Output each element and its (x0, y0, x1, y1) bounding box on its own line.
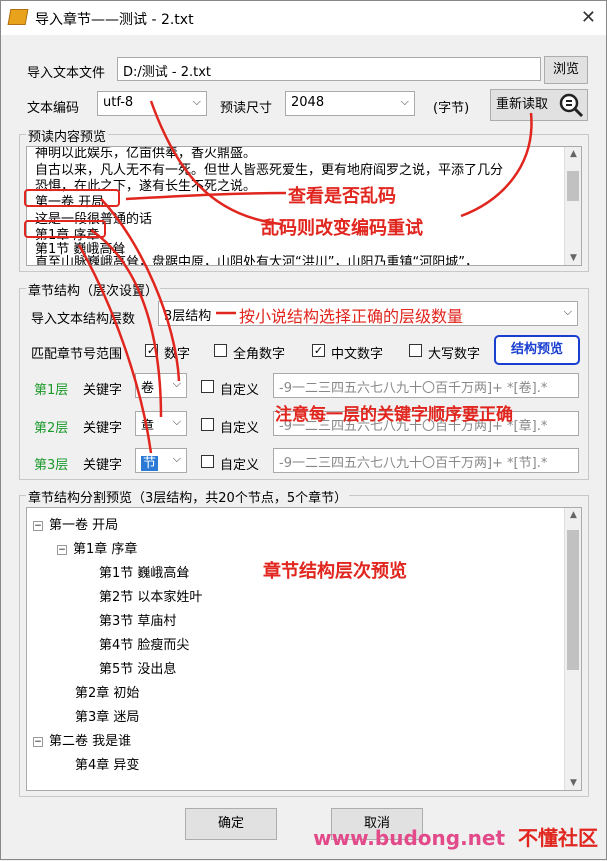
highlight-volume-line (24, 189, 120, 207)
magnifier-icon (559, 93, 584, 118)
annotation-tree-preview: 章节结构层次预览 (263, 561, 407, 582)
scroll-up-icon[interactable]: ▲ (565, 510, 581, 520)
file-path-input[interactable]: D:/测试 - 2.txt (117, 57, 541, 81)
window-title: 导入章节——测试 - 2.txt (35, 12, 194, 28)
chevron-down-icon: ⌵ (172, 377, 181, 390)
preview-scrollbar[interactable]: ▲ ▼ (564, 147, 581, 265)
collapse-icon[interactable]: − (33, 737, 43, 747)
level-1-custom-label: 自定义 (220, 383, 260, 398)
preread-size-label: 预读尺寸 (220, 101, 273, 116)
uppercase-digits-checkbox[interactable] (409, 344, 422, 357)
annotation-change-encoding: 乱码则改变编码重试 (261, 218, 423, 239)
level-2-label: 第2层 (34, 421, 69, 436)
chevron-down-icon: ⌵ (172, 415, 181, 428)
levels-value: 3层结构 (164, 309, 212, 324)
level-3-custom-label: 自定义 (220, 458, 260, 473)
chevron-down-icon: ⌵ (192, 95, 201, 108)
tree-node[interactable]: 第4章 异变 (75, 754, 139, 773)
level-3-keyword-select[interactable]: 节 ⌵ (135, 448, 187, 473)
bytes-unit-label: (字节) (433, 101, 470, 116)
preview-line: 直至山脉巍峨高耸，盘踞中原，山阴处有大河“洪川”，山阳乃重镇“河阳城”， (35, 255, 478, 266)
digits-label: 数字 (164, 347, 191, 362)
range-label: 匹配章节号范围 (31, 347, 123, 362)
watermark: www.budong.net 不懂社区 (313, 822, 598, 851)
digits-checkbox[interactable]: ✓ (145, 344, 158, 357)
tree-node[interactable]: 第5节 没出息 (99, 658, 176, 677)
scroll-down-icon[interactable]: ▼ (565, 778, 581, 788)
structure-group-title: 章节结构（层次设置） (26, 280, 161, 299)
structure-preview-button[interactable]: 结构预览 (494, 335, 580, 365)
levels-label: 导入文本结构层数 (31, 312, 136, 327)
annotation-keyword-order: 注意每一层的关键字顺序要正确 (275, 405, 513, 425)
chapter-tree[interactable]: − 第一卷 开局 − 第1章 序章 第1节 巍峨高耸 第2节 以本家姓叶 第3节 草… (26, 507, 582, 791)
tree-node[interactable]: 第3节 草庙村 (99, 610, 176, 629)
level-1-keyword-select[interactable]: 卷 ⌵ (135, 373, 187, 398)
reread-button[interactable]: 重新读取 (490, 89, 588, 121)
scroll-thumb[interactable] (567, 530, 579, 670)
file-label: 导入文本文件 (27, 66, 106, 81)
level-3-regex-input[interactable]: -9一二三四五六七八九十〇百千万两]+ *[节].* (273, 448, 579, 473)
level-1-label: 第1层 (34, 383, 69, 398)
watermark-site: www.budong.net (313, 826, 506, 850)
chevron-down-icon: ⌵ (563, 305, 572, 318)
tree-node[interactable]: 第3章 迷局 (75, 706, 139, 725)
level-2-keyword-value: 章 (141, 419, 155, 434)
scroll-down-icon[interactable]: ▼ (565, 253, 581, 263)
import-chapters-dialog: 导入章节——测试 - 2.txt ✕ 导入文本文件 D:/测试 - 2.txt … (0, 0, 607, 860)
collapse-icon[interactable]: − (33, 521, 43, 531)
encoding-select[interactable]: utf-8 ⌵ (97, 91, 207, 116)
chevron-down-icon: ⌵ (172, 452, 181, 465)
preview-group-title: 预读内容预览 (26, 126, 109, 145)
tree-node[interactable]: 第2章 初始 (75, 682, 139, 701)
level-1-keyword-value: 卷 (141, 381, 155, 396)
title-bar: 导入章节——测试 - 2.txt ✕ (1, 1, 606, 35)
level-1-custom-checkbox[interactable] (201, 380, 214, 393)
chevron-down-icon: ⌵ (400, 95, 409, 108)
annotation-check-garbled: 查看是否乱码 (288, 186, 396, 207)
app-icon (7, 9, 29, 25)
tree-node[interactable]: 第1节 巍峨高耸 (99, 562, 189, 581)
chinese-digits-label: 中文数字 (331, 347, 384, 362)
tree-node[interactable]: − 第1章 序章 (57, 538, 137, 557)
collapse-icon[interactable]: − (57, 545, 67, 555)
level-2-keyword-label: 关键字 (83, 421, 123, 436)
tree-node[interactable]: − 第一卷 开局 (33, 514, 118, 533)
annotation-choose-levels: 按小说结构选择正确的层级数量 (239, 307, 464, 326)
fullwidth-digits-checkbox[interactable] (214, 344, 227, 357)
tree-node[interactable]: 第2节 以本家姓叶 (99, 586, 202, 605)
level-2-keyword-select[interactable]: 章 ⌵ (135, 411, 187, 436)
level-1-regex-input[interactable]: -9一二三四五六七八九十〇百千万两]+ *[卷].* (273, 373, 579, 398)
level-3-custom-checkbox[interactable] (201, 455, 214, 468)
encoding-label: 文本编码 (27, 101, 80, 116)
level-3-keyword-label: 关键字 (83, 458, 123, 473)
fullwidth-digits-label: 全角数字 (233, 347, 286, 362)
tree-group-title: 章节结构分割预览（3层结构，共20个节点，5个章节） (26, 487, 350, 506)
level-3-label: 第3层 (34, 458, 69, 473)
preread-size-select[interactable]: 2048 ⌵ (285, 91, 415, 116)
tree-scrollbar[interactable]: ▲ ▼ (564, 508, 581, 790)
level-1-keyword-label: 关键字 (83, 383, 123, 398)
level-2-custom-label: 自定义 (220, 421, 260, 436)
tree-node[interactable]: − 第二卷 我是谁 (33, 730, 131, 749)
scroll-up-icon[interactable]: ▲ (565, 149, 581, 159)
scroll-thumb[interactable] (567, 171, 579, 201)
browse-button[interactable]: 浏览 (544, 56, 588, 84)
reread-label: 重新读取 (496, 97, 549, 112)
chinese-digits-checkbox[interactable]: ✓ (312, 344, 325, 357)
highlight-chapter-line (24, 220, 106, 238)
watermark-brand: 不懂社区 (518, 826, 598, 850)
level-3-keyword-value: 节 (141, 456, 159, 471)
level-2-custom-checkbox[interactable] (201, 418, 214, 431)
encoding-value: utf-8 (103, 95, 134, 110)
uppercase-digits-label: 大写数字 (428, 347, 481, 362)
preread-size-value: 2048 (291, 95, 325, 110)
close-icon[interactable]: ✕ (581, 7, 596, 28)
ok-button[interactable]: 确定 (185, 808, 277, 840)
tree-node[interactable]: 第4节 脸瘦而尖 (99, 634, 189, 653)
